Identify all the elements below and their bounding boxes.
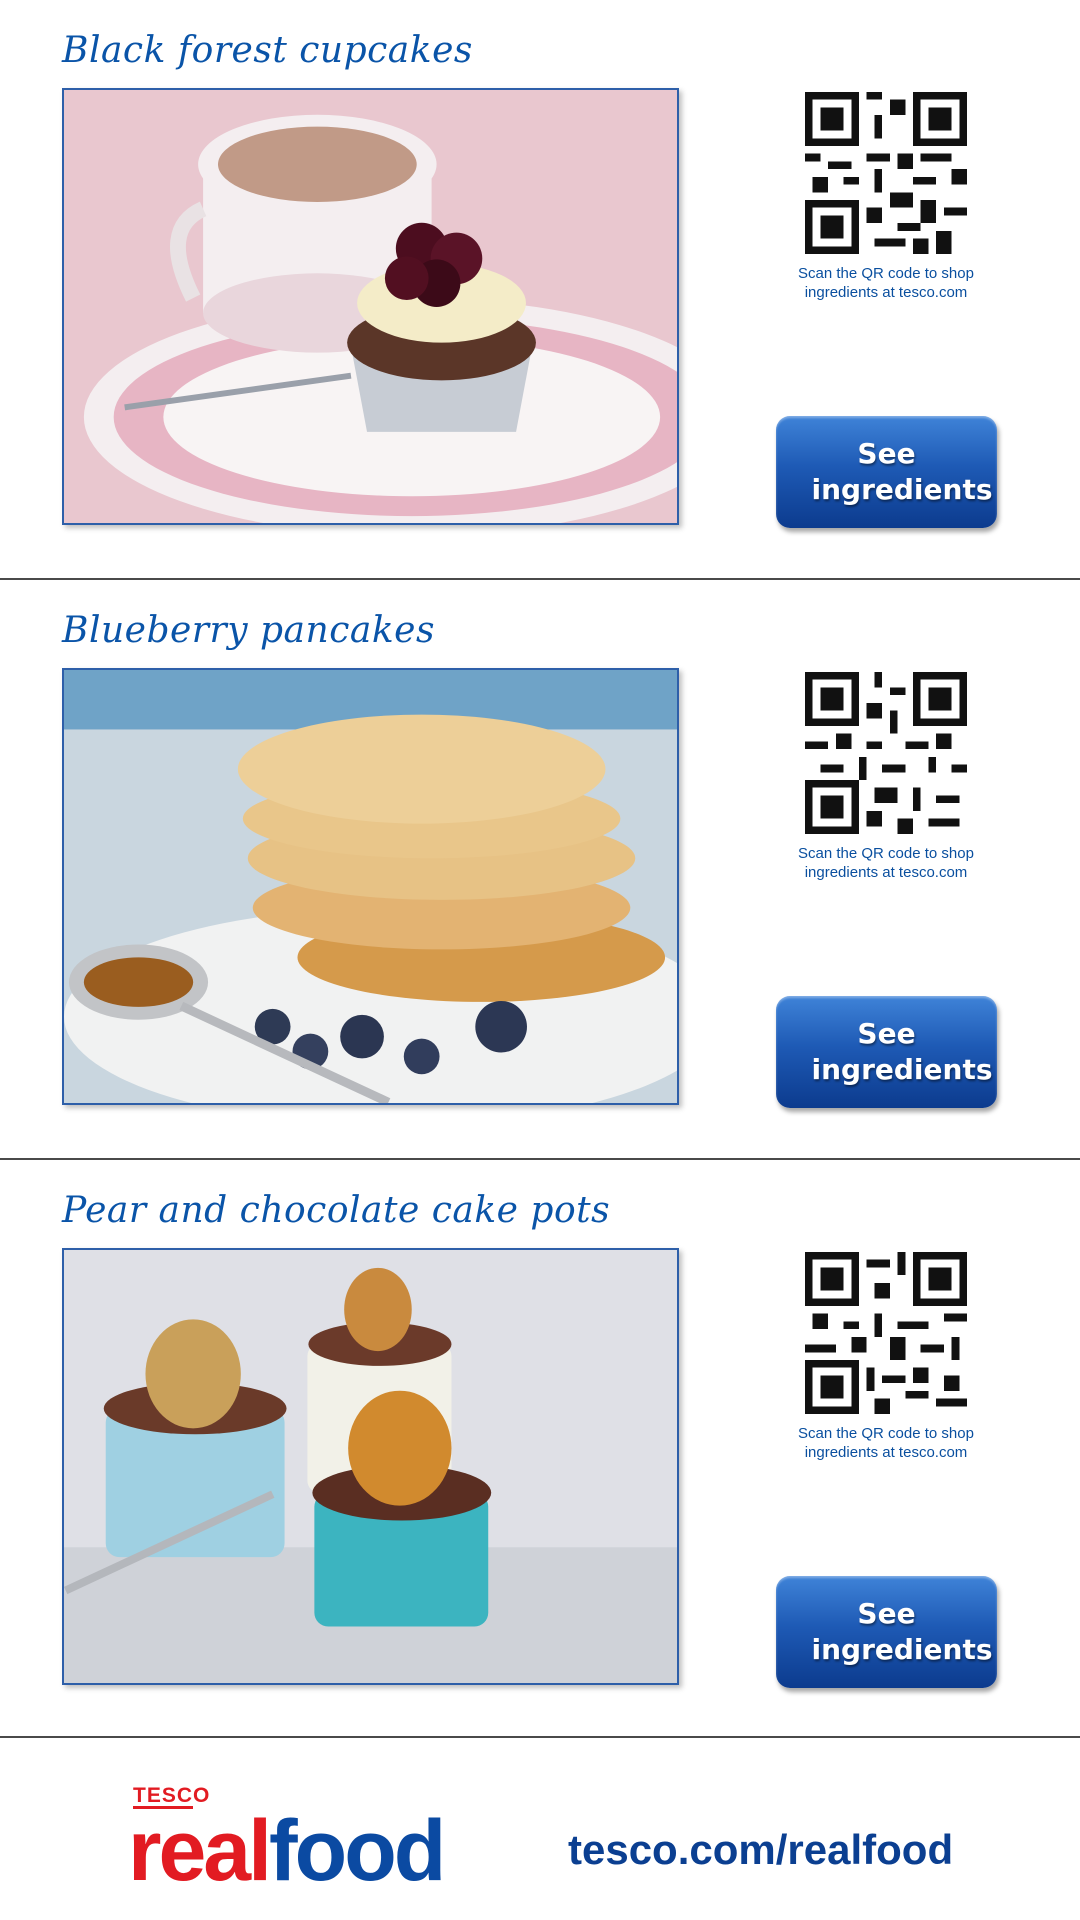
recipe-title: Black forest cupcakes bbox=[62, 30, 473, 71]
recipe-photo[interactable] bbox=[62, 88, 679, 525]
qr-code[interactable] bbox=[805, 92, 967, 254]
logo-wordmark: realfood bbox=[128, 1808, 446, 1894]
recipe-photo[interactable] bbox=[62, 668, 679, 1105]
recipe-title: Pear and chocolate cake pots bbox=[62, 1190, 611, 1231]
logo-real: real bbox=[128, 1803, 272, 1899]
see-ingredients-label: See ingredients bbox=[811, 1597, 993, 1666]
see-ingredients-button[interactable]: See ingredients bbox=[776, 996, 997, 1108]
recipe-photo[interactable] bbox=[62, 1248, 679, 1685]
see-ingredients-label: See ingredients bbox=[811, 437, 993, 506]
recipe-title: Blueberry pancakes bbox=[62, 610, 435, 651]
qr-caption: Scan the QR code to shop ingredients at … bbox=[798, 265, 974, 301]
see-ingredients-button[interactable]: See ingredients bbox=[776, 416, 997, 528]
qr-caption: Scan the QR code to shop ingredients at … bbox=[798, 845, 974, 881]
qr-code[interactable] bbox=[805, 1252, 967, 1414]
qr-caption: Scan the QR code to shop ingredients at … bbox=[798, 1425, 974, 1461]
recipe-card-blueberry-pancakes: Blueberry pancakes Scan the QR code to s… bbox=[0, 580, 1080, 1158]
qr-code[interactable] bbox=[805, 672, 967, 834]
recipe-card-pear-chocolate-cake-pots: Pear and chocolate cake pots Scan the QR… bbox=[0, 1160, 1080, 1738]
see-ingredients-label: See ingredients bbox=[811, 1017, 993, 1086]
footer-url-link[interactable]: tesco.com/realfood bbox=[568, 1826, 953, 1874]
see-ingredients-button[interactable]: See ingredients bbox=[776, 1576, 997, 1688]
footer: TESCO realfood tesco.com/realfood bbox=[0, 1738, 1080, 1920]
logo-food: food bbox=[269, 1803, 446, 1899]
recipe-card-black-forest-cupcakes: Black forest cupcakes Scan the QR code t… bbox=[0, 0, 1080, 578]
